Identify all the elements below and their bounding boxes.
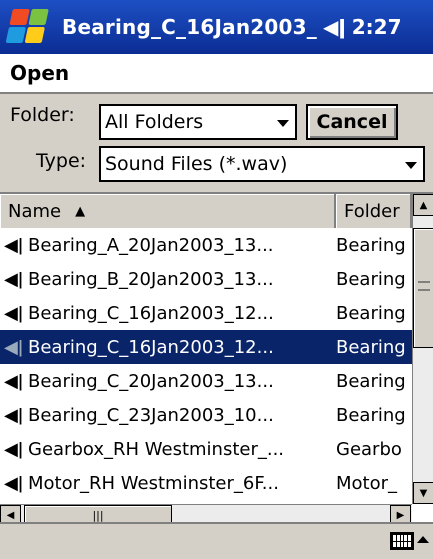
sound-file-icon: ◀ǀ xyxy=(4,268,24,290)
sound-file-icon: ◀ǀ xyxy=(4,302,24,324)
folder-value: All Folders xyxy=(105,111,204,133)
windows-flag-icon xyxy=(5,9,51,45)
horizontal-scrollbar[interactable]: ◀ ||| ▶ xyxy=(0,504,412,525)
column-header-folder[interactable]: Folder xyxy=(336,194,412,228)
list-item[interactable]: ◀ǀ Bearing_A_20Jan2003_13... Bearing xyxy=(0,228,412,262)
sound-file-icon: ◀ǀ xyxy=(4,370,24,392)
dialog-title: Open xyxy=(10,61,70,85)
filter-panel: Folder: All Folders Cancel Type: Sound F… xyxy=(0,94,433,192)
keyboard-icon[interactable] xyxy=(390,532,414,550)
scroll-down-button[interactable]: ▼ xyxy=(413,482,433,504)
vertical-scroll-thumb[interactable] xyxy=(413,228,433,348)
cancel-button[interactable]: Cancel xyxy=(306,104,398,140)
list-item[interactable]: ◀ǀ Bearing_C_20Jan2003_13... Bearing xyxy=(0,364,412,398)
list-rows: ◀ǀ Bearing_A_20Jan2003_13... Bearing ◀ǀ … xyxy=(0,228,412,504)
input-panel-arrow-icon[interactable] xyxy=(417,536,429,543)
dialog-header: Open xyxy=(0,54,433,94)
sound-file-icon: ◀ǀ xyxy=(4,472,24,494)
list-item-selected[interactable]: ◀ǀ Bearing_C_16Jan2003_12... Bearing xyxy=(0,330,412,364)
volume-icon[interactable]: ◀ǀ xyxy=(323,15,346,39)
sound-file-icon: ◀ǀ xyxy=(4,336,24,358)
chevron-down-icon xyxy=(277,120,289,127)
clock[interactable]: 2:27 xyxy=(352,15,402,39)
folder-dropdown[interactable]: All Folders xyxy=(99,104,297,140)
title-bar: Bearing_C_16Jan2003_ ◀ǀ 2:27 xyxy=(0,0,433,54)
type-value: Sound Files (*.wav) xyxy=(105,153,288,175)
type-dropdown[interactable]: Sound Files (*.wav) xyxy=(99,146,425,182)
menu-bar xyxy=(0,522,433,559)
sort-ascending-icon: ▲ xyxy=(75,203,86,219)
list-header: Name ▲ Folder xyxy=(0,194,412,228)
file-list: Name ▲ Folder ◀ǀ Bearing_A_20Jan2003_13.… xyxy=(0,192,433,525)
sound-file-icon: ◀ǀ xyxy=(4,404,24,426)
chevron-down-icon xyxy=(405,162,417,169)
type-label: Type: xyxy=(36,150,87,172)
sound-file-icon: ◀ǀ xyxy=(4,438,24,460)
vertical-scrollbar[interactable]: ▲ ▼ xyxy=(412,194,433,504)
list-item[interactable]: ◀ǀ Motor_RH Westminster_6F... Motor_ xyxy=(0,466,412,500)
sound-file-icon: ◀ǀ xyxy=(4,234,24,256)
start-button[interactable] xyxy=(0,0,56,54)
list-item[interactable]: ◀ǀ Gearbox_RH Westminster_... Gearbo xyxy=(0,432,412,466)
list-item[interactable]: ◀ǀ Bearing_C_16Jan2003_12... Bearing xyxy=(0,296,412,330)
column-header-name[interactable]: Name ▲ xyxy=(0,194,336,228)
list-item[interactable]: ◀ǀ Bearing_B_20Jan2003_13... Bearing xyxy=(0,262,412,296)
folder-label: Folder: xyxy=(10,104,75,126)
window-title: Bearing_C_16Jan2003_ xyxy=(62,15,317,39)
list-item[interactable]: ◀ǀ Bearing_C_23Jan2003_10... Bearing xyxy=(0,398,412,432)
scroll-up-button[interactable]: ▲ xyxy=(413,194,433,216)
